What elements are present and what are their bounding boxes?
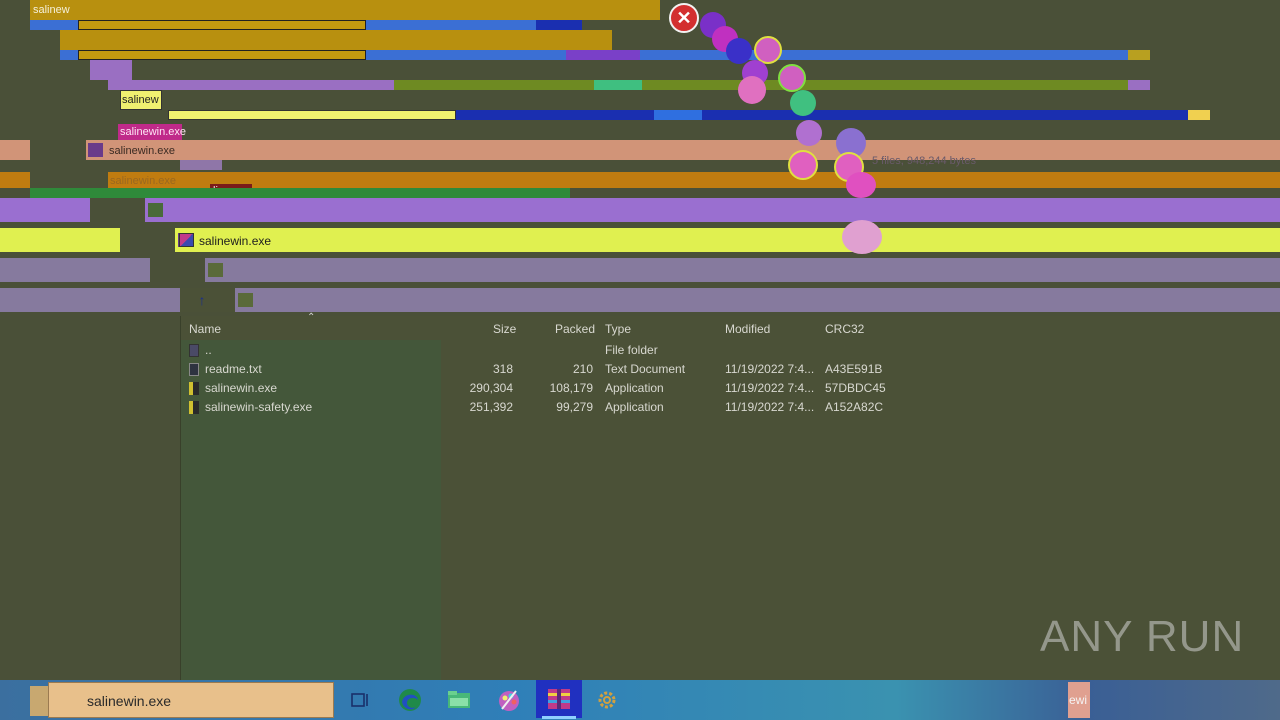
- column-header-modified[interactable]: Modified: [725, 322, 770, 336]
- search-input[interactable]: salinewin.exe: [87, 693, 171, 709]
- settings-button[interactable]: [587, 684, 627, 716]
- table-row[interactable]: readme.txt 318 210 Text Document 11/19/2…: [181, 360, 901, 379]
- taskbar-fragment-text: ewi: [1069, 693, 1088, 707]
- file-name: salinewin.exe: [205, 381, 278, 395]
- file-explorer-icon: [448, 691, 470, 708]
- glitch-window-title: salinewin.exe: [110, 175, 177, 187]
- file-name: ..: [205, 343, 212, 357]
- start-button-fragment[interactable]: [30, 686, 48, 716]
- file-size: 290,304: [469, 381, 513, 395]
- winrar-taskbar-button[interactable]: [536, 680, 582, 718]
- file-size: 251,392: [469, 400, 513, 414]
- table-row[interactable]: salinewin.exe 290,304 108,179 Applicatio…: [181, 379, 901, 398]
- file-modified: 11/19/2022 7:4...: [725, 400, 815, 414]
- taskbar-overflow-fragment: ewi: [1068, 682, 1090, 718]
- application-icon: [189, 382, 199, 395]
- column-header-packed[interactable]: Packed: [555, 322, 595, 336]
- file-crc32: 57DBDC45: [825, 381, 886, 395]
- file-type: File folder: [605, 343, 658, 357]
- edge-icon: [399, 689, 421, 711]
- glitch-window-title: salinew: [122, 94, 159, 106]
- file-packed: 108,179: [549, 381, 593, 395]
- taskbar-search-box[interactable]: salinewin.exe: [48, 682, 334, 718]
- task-view-icon: [351, 693, 368, 707]
- sort-indicator-icon: ⌃: [307, 312, 316, 323]
- file-type: Application: [605, 381, 664, 395]
- winrar-icon: [179, 233, 194, 247]
- column-header-size[interactable]: Size: [493, 322, 516, 336]
- text-file-icon: [189, 363, 199, 376]
- glitch-window-title: salinewin.exe: [120, 126, 187, 138]
- file-name: salinewin-safety.exe: [205, 400, 313, 414]
- file-modified: 11/19/2022 7:4...: [725, 381, 815, 395]
- file-type: Application: [605, 400, 664, 414]
- table-row[interactable]: .. File folder: [181, 341, 901, 360]
- column-header-crc32[interactable]: CRC32: [825, 322, 864, 336]
- settings-icon: [598, 691, 616, 709]
- paint-icon: [499, 690, 519, 711]
- file-crc32: A43E591B: [825, 362, 883, 376]
- file-crc32: A152A82C: [825, 400, 884, 414]
- status-fragment: 5 files, 948,244 bytes: [872, 155, 976, 167]
- glitch-window-title: salinew: [33, 4, 70, 16]
- file-explorer-button[interactable]: [439, 684, 479, 716]
- arrow-up-icon: ↑: [198, 292, 206, 308]
- task-view-button[interactable]: [340, 684, 380, 716]
- edge-button[interactable]: [390, 684, 430, 716]
- file-type: Text Document: [605, 362, 686, 376]
- file-packed: 99,279: [556, 400, 593, 414]
- file-packed: 210: [572, 362, 593, 376]
- column-header-name[interactable]: Name: [189, 322, 221, 336]
- column-header-type[interactable]: Type: [605, 322, 631, 336]
- up-folder-button[interactable]: ↑: [192, 290, 212, 310]
- active-window-indicator: [542, 716, 576, 719]
- error-icon[interactable]: ✕: [669, 3, 699, 33]
- winrar-icon: [548, 689, 570, 709]
- folder-up-icon: [189, 344, 199, 357]
- window-title: salinewin.exe: [199, 234, 272, 248]
- file-name: readme.txt: [205, 362, 262, 376]
- anyrun-watermark: ANY RUN: [1040, 612, 1244, 662]
- application-icon: [189, 401, 199, 414]
- file-size: 318: [492, 362, 513, 376]
- file-modified: 11/19/2022 7:4...: [725, 362, 815, 376]
- table-row[interactable]: salinewin-safety.exe 251,392 99,279 Appl…: [181, 398, 901, 417]
- paint-button[interactable]: [489, 684, 529, 716]
- watermark-text: ANY RUN: [1040, 612, 1245, 661]
- glitch-window-title: salinewin.exe: [109, 145, 176, 157]
